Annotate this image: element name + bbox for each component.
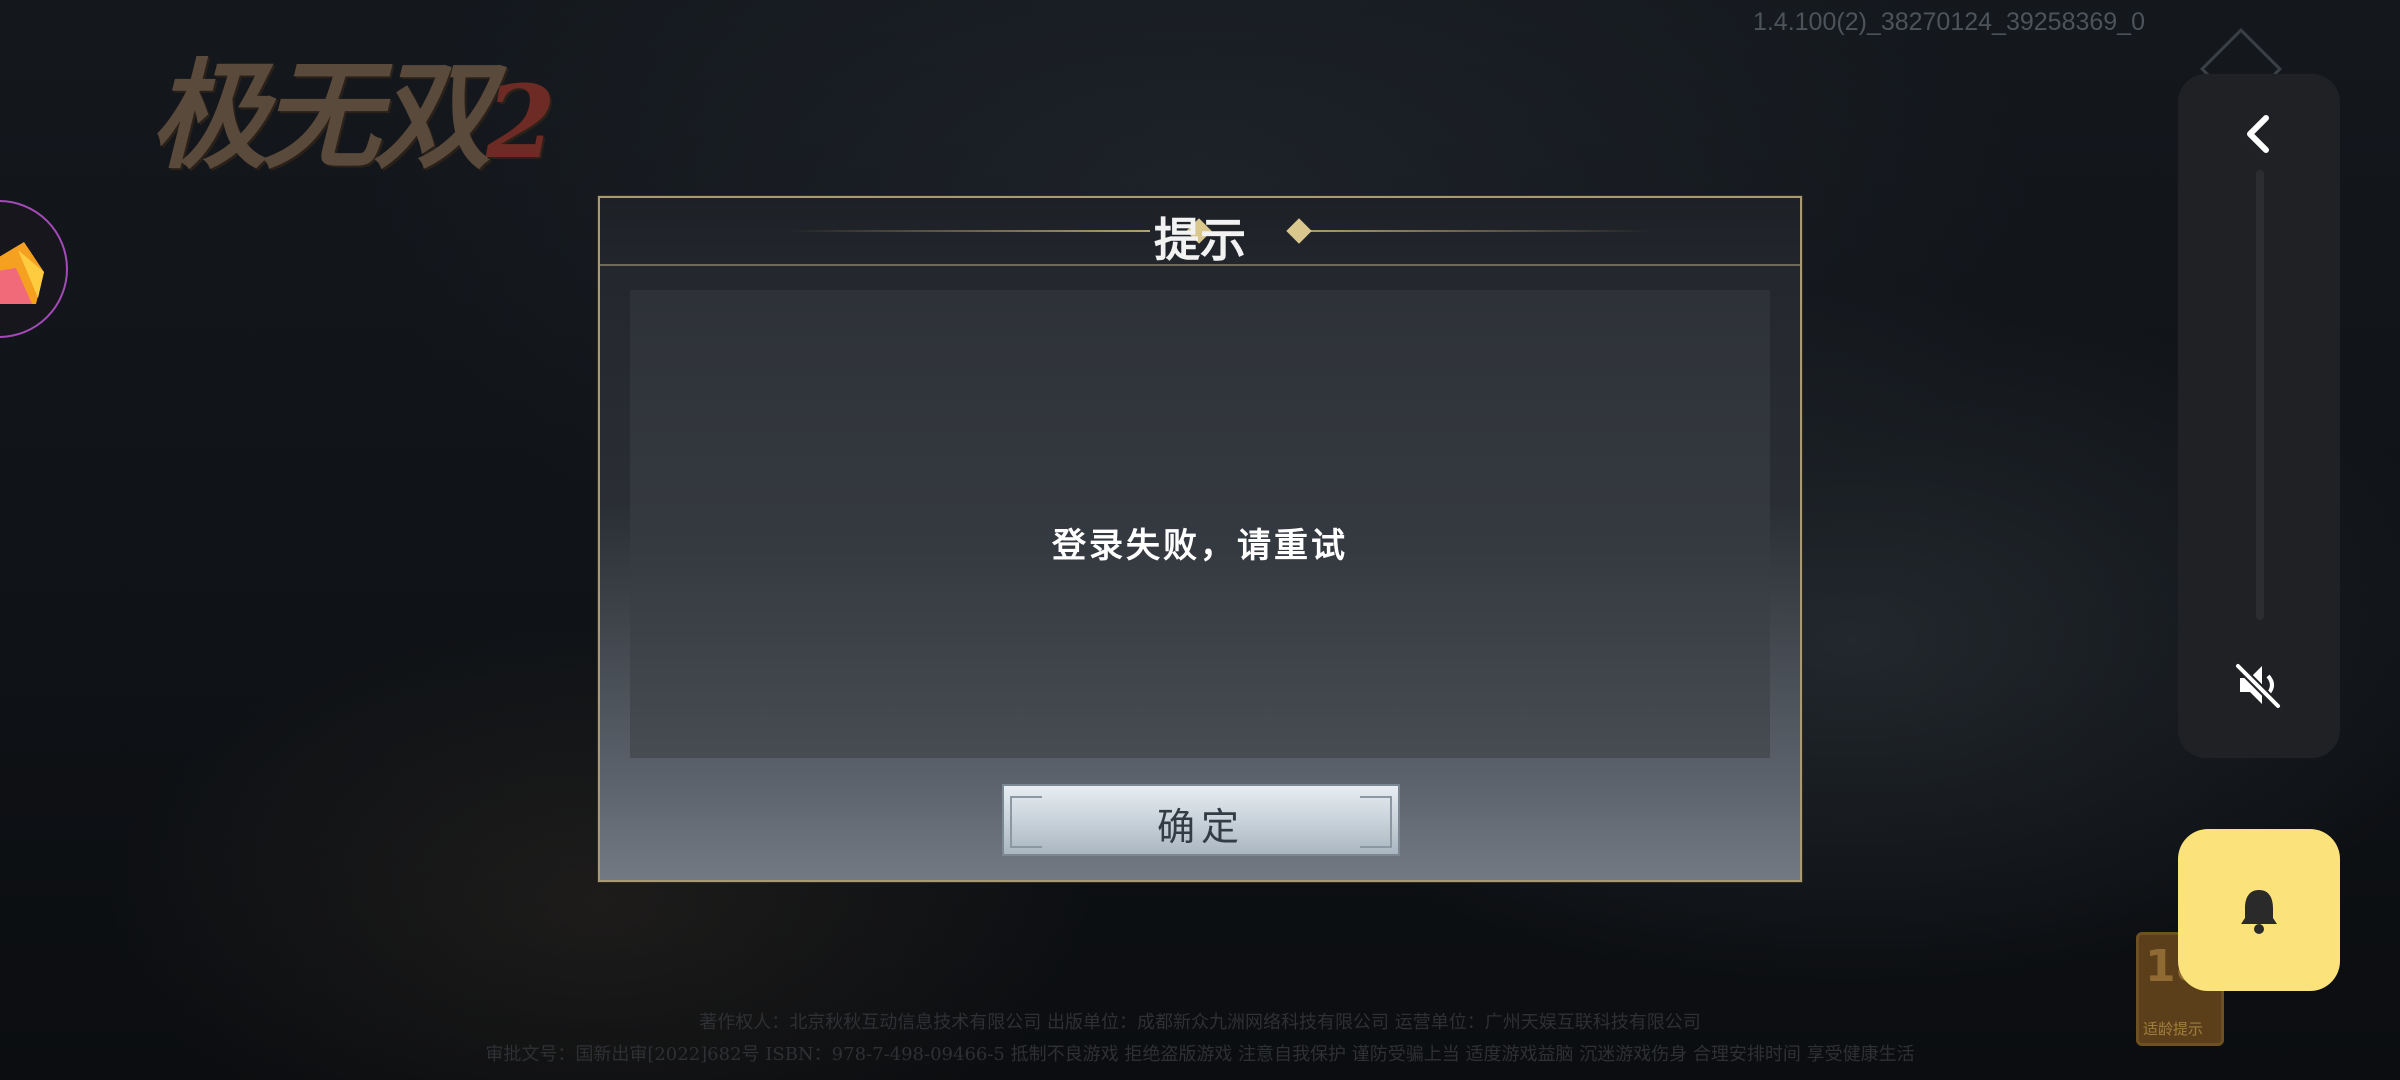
game-logo: 极无双2: [150, 46, 556, 185]
version-label: 1.4.100(2)_38270124_39258369_0: [1752, 8, 2145, 36]
bell-icon: [2241, 890, 2277, 934]
chevron-left-icon[interactable]: [2228, 104, 2288, 164]
footer-copyright: 著作权人：北京秋秋互动信息技术有限公司 出版单位：成都新众九洲网络科技有限公司 …: [699, 1012, 1701, 1033]
dialog-message: 登录失败，请重试: [1052, 526, 1348, 566]
message-panel: 登录失败，请重试: [630, 290, 1770, 758]
alert-dialog: 提示 登录失败，请重试 确定: [598, 196, 1802, 882]
footer-notice: 审批文号：国新出审[2022]682号 ISBN：978-7-498-09466…: [485, 1044, 1915, 1065]
confirm-button[interactable]: 确定: [1002, 784, 1400, 856]
dialog-header: 提示: [600, 198, 1800, 267]
dialog-title: 提示: [1154, 213, 1246, 267]
floating-control-panel: [2178, 74, 2340, 758]
confirm-button-label: 确定: [1156, 805, 1245, 849]
speaker-muted-icon[interactable]: [2228, 654, 2290, 716]
notification-bell-button[interactable]: [2178, 829, 2340, 991]
panel-scroll-track[interactable]: [2256, 170, 2264, 620]
